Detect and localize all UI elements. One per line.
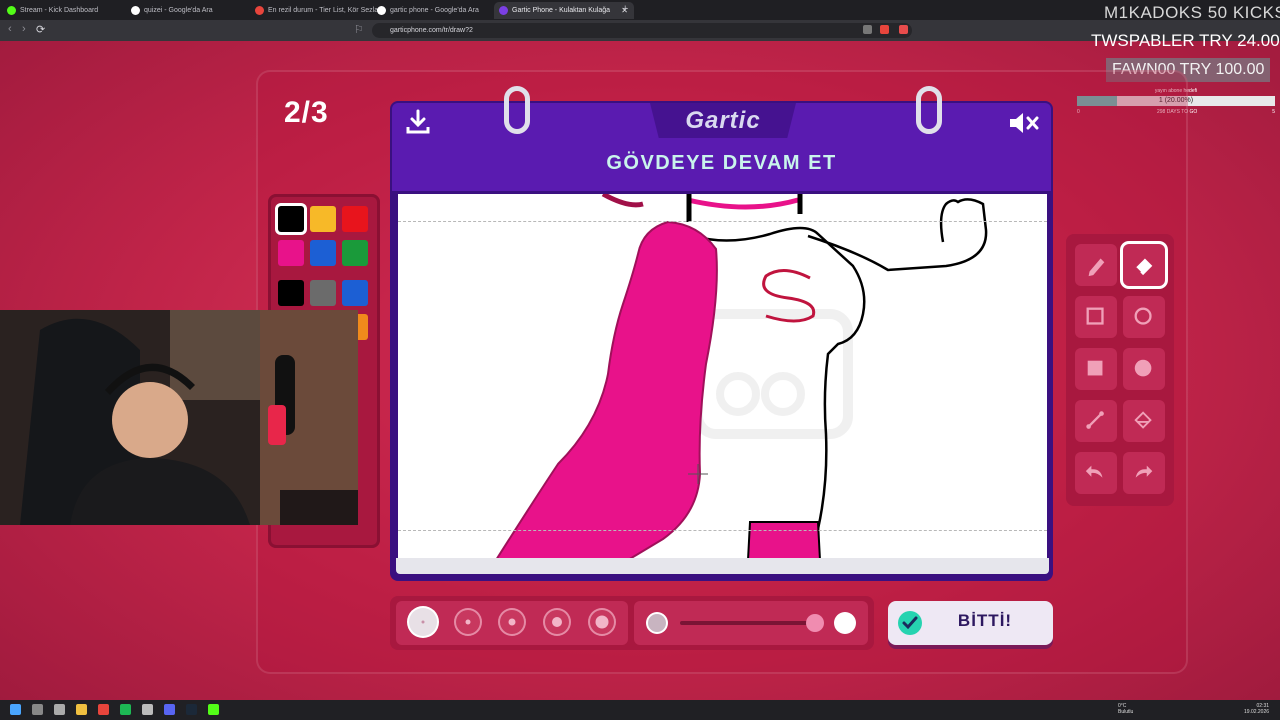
extension-icon[interactable] xyxy=(880,25,889,34)
color-swatch[interactable] xyxy=(278,280,304,306)
google-icon xyxy=(131,6,140,15)
line-icon xyxy=(1086,411,1104,429)
kick-app-icon[interactable] xyxy=(208,704,219,715)
youtube-icon xyxy=(255,6,264,15)
weather-widget[interactable]: 0°C Bulutlu xyxy=(1118,703,1133,715)
new-tab-button[interactable]: + xyxy=(622,3,628,15)
tab-label: Gartic Phone - Kulaktan Kulağa xyxy=(512,7,611,14)
google-icon xyxy=(377,6,386,15)
canvas-page-edge xyxy=(396,558,1049,574)
search-icon[interactable] xyxy=(32,704,43,715)
address-bar: ‹ › ⟳ ⚐ garticphone.com/tr/draw?2 xyxy=(0,20,1280,41)
tab-label: Stream - Kick Dashboard xyxy=(20,7,99,14)
fill-tool[interactable] xyxy=(1123,400,1165,442)
steam-icon[interactable] xyxy=(186,704,197,715)
mute-icon[interactable] xyxy=(1008,110,1040,136)
filled-ellipse-tool[interactable] xyxy=(1123,348,1165,390)
tab-kick-dashboard[interactable]: Stream - Kick Dashboard xyxy=(2,2,138,19)
opacity-high-marker[interactable] xyxy=(834,612,856,634)
guide-line-top xyxy=(398,221,1047,222)
kicks-alert: M1KADOKS 50 KICKS xyxy=(1104,3,1280,22)
eraser-icon xyxy=(1135,258,1153,276)
file-explorer-icon[interactable] xyxy=(76,704,87,715)
drawing-canvas[interactable] xyxy=(398,194,1047,560)
spotify-icon[interactable] xyxy=(120,704,131,715)
checkmark-icon xyxy=(898,611,922,635)
gartic-logo: Gartic xyxy=(685,107,761,134)
url-field[interactable]: garticphone.com/tr/draw?2 xyxy=(372,23,912,38)
line-tool[interactable] xyxy=(1075,400,1117,442)
share-icon[interactable] xyxy=(863,25,872,34)
color-swatch[interactable] xyxy=(342,240,368,266)
tool-panel xyxy=(1066,234,1174,506)
settings-icon[interactable] xyxy=(142,704,153,715)
brush-size-1[interactable] xyxy=(409,608,437,636)
drawing xyxy=(494,194,988,560)
filled-rectangle-icon xyxy=(1087,360,1103,376)
brush-size-5[interactable] xyxy=(588,608,616,636)
browser-tab-bar: Stream - Kick Dashboard quizei - Google'… xyxy=(0,0,1280,20)
discord-icon[interactable] xyxy=(164,704,175,715)
binder-ring-left xyxy=(504,86,530,134)
kick-icon xyxy=(7,6,16,15)
opacity-low-marker[interactable] xyxy=(648,614,666,632)
webcam-image xyxy=(0,310,358,525)
ellipse-icon xyxy=(1134,307,1152,325)
rectangle-icon xyxy=(1086,307,1104,325)
undo-tool[interactable] xyxy=(1075,452,1117,494)
brave-icon[interactable] xyxy=(98,704,109,715)
rectangle-tool[interactable] xyxy=(1075,296,1117,338)
brave-shield-icon[interactable] xyxy=(899,25,908,34)
weather-desc: Bulutlu xyxy=(1118,709,1134,715)
webcam-feed xyxy=(0,310,358,525)
ellipse-tool[interactable] xyxy=(1123,296,1165,338)
gartic-icon xyxy=(499,6,508,15)
tip-alert-1: TWSPABLER TRY 24.00 xyxy=(1091,31,1280,50)
binder-ring-right xyxy=(916,86,942,134)
round-counter: 2/3 xyxy=(284,96,329,129)
start-icon[interactable] xyxy=(10,704,21,715)
redo-icon xyxy=(1135,465,1153,478)
done-label: BİTTİ! xyxy=(957,611,1013,630)
tab-label: En rezil durum - Tier List, Kör Sezlar xyxy=(268,7,381,14)
goal-max: 5 xyxy=(1272,109,1275,115)
tab-google-search-2[interactable]: gartic phone - Google'da Ara xyxy=(372,2,508,19)
filled-rectangle-tool[interactable] xyxy=(1075,348,1117,390)
opacity-slider-handle[interactable] xyxy=(806,614,824,632)
tab-label: gartic phone - Google'da Ara xyxy=(390,7,479,14)
reload-icon[interactable]: ⟳ xyxy=(36,23,45,36)
back-icon[interactable]: ‹ xyxy=(8,23,12,35)
fill-icon xyxy=(1134,411,1152,429)
tab-google-search-1[interactable]: quizei - Google'da Ara xyxy=(126,2,262,19)
color-swatch[interactable] xyxy=(278,240,304,266)
opacity-slider[interactable] xyxy=(680,621,820,625)
color-swatch[interactable] xyxy=(342,280,368,306)
brush-size-4[interactable] xyxy=(543,608,571,636)
undo-icon xyxy=(1085,465,1103,478)
brush-size-3[interactable] xyxy=(498,608,526,636)
drawing-instruction: GÖVDEYE DEVAM ET xyxy=(606,152,837,174)
redo-tool[interactable] xyxy=(1123,452,1165,494)
clock-date: 19.02.2026 xyxy=(1244,709,1270,715)
task-view-icon[interactable] xyxy=(54,704,65,715)
pencil-icon xyxy=(1088,258,1105,277)
tab-label: quizei - Google'da Ara xyxy=(144,7,213,14)
forward-icon[interactable]: › xyxy=(22,23,26,35)
brush-size-2[interactable] xyxy=(454,608,482,636)
guide-line-bottom xyxy=(398,530,1047,531)
system-clock[interactable]: 02:31 19.02.2026 xyxy=(1244,703,1269,715)
pencil-tool[interactable] xyxy=(1075,244,1117,286)
color-swatch[interactable] xyxy=(310,240,336,266)
color-swatch[interactable] xyxy=(342,206,368,232)
filled-ellipse-icon xyxy=(1134,359,1152,377)
color-swatch[interactable] xyxy=(310,280,336,306)
tab-tier-list[interactable]: En rezil durum - Tier List, Kör Sezlar xyxy=(250,2,386,19)
bookmark-icon[interactable]: ⚐ xyxy=(354,23,364,36)
download-icon[interactable] xyxy=(404,108,432,136)
tab-gartic-phone[interactable]: Gartic Phone - Kulaktan Kulağa ✕ xyxy=(494,2,634,19)
color-swatch[interactable] xyxy=(278,206,304,232)
eraser-tool[interactable] xyxy=(1123,244,1165,286)
color-swatch[interactable] xyxy=(310,206,336,232)
